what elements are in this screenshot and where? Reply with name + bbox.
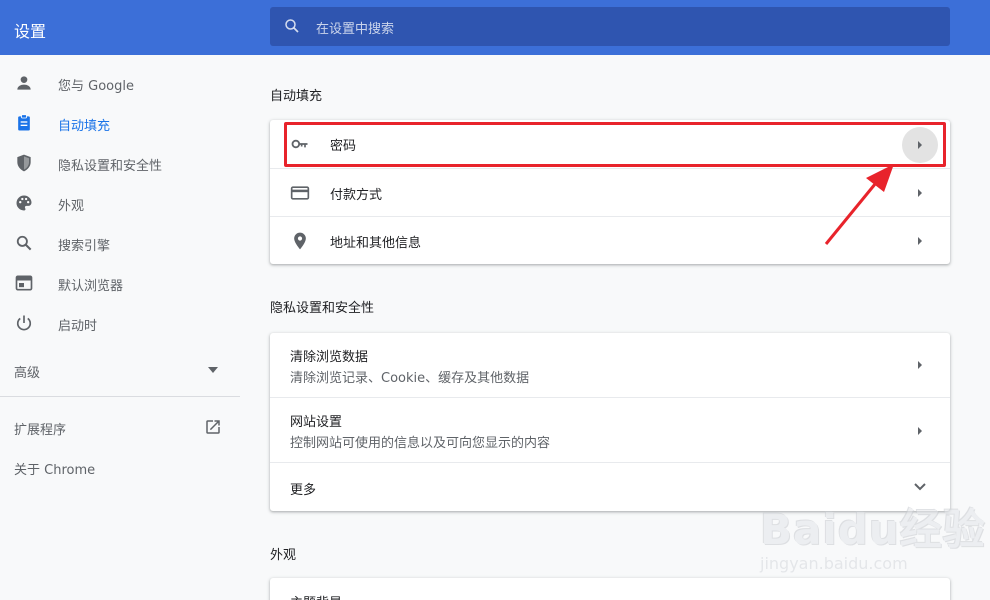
sidebar-item-label: 搜索引擎 xyxy=(58,239,111,254)
open-in-new-icon[interactable] xyxy=(204,418,222,436)
row-label: 网站设置 xyxy=(290,415,343,430)
sidebar-item-label: 您与 Google xyxy=(58,79,134,94)
power-icon xyxy=(16,315,32,331)
sidebar-item-label: 启动时 xyxy=(58,319,98,334)
sidebar-item-label: 外观 xyxy=(58,199,85,214)
chevron-down-icon[interactable] xyxy=(913,482,927,492)
sidebar-item-search-engine[interactable]: 搜索引擎 xyxy=(0,223,240,263)
browser-icon xyxy=(15,275,33,291)
caret-down-icon[interactable] xyxy=(208,367,218,373)
sidebar-item-on-startup[interactable]: 启动时 xyxy=(0,303,240,343)
arrow-right-icon[interactable] xyxy=(916,188,924,198)
sidebar-item-label: 隐私设置和安全性 xyxy=(58,159,163,174)
sidebar-item-you-and-google[interactable]: 您与 Google xyxy=(0,63,240,103)
row-label: 清除浏览数据 xyxy=(290,350,369,365)
person-icon xyxy=(17,76,31,90)
row-clear-browsing-data[interactable]: 清除浏览数据 清除浏览记录、Cookie、缓存及其他数据 xyxy=(270,333,950,397)
section-title-autofill: 自动填充 xyxy=(270,89,323,104)
search-input[interactable]: 在设置中搜索 xyxy=(316,18,394,37)
about-chrome-link[interactable]: 关于 Chrome xyxy=(14,459,95,478)
sidebar-divider xyxy=(0,396,240,397)
appearance-card: 主题背景 xyxy=(270,578,950,600)
credit-card-icon xyxy=(290,186,310,200)
arrow-right-icon[interactable] xyxy=(916,426,924,436)
key-icon xyxy=(291,139,308,149)
sidebar-item-label: 默认浏览器 xyxy=(58,279,124,294)
watermark-url: jingyan.baidu.com xyxy=(760,554,908,573)
arrow-right-icon xyxy=(918,141,922,149)
sidebar-item-label: 自动填充 xyxy=(58,119,111,134)
row-label: 主题背景 xyxy=(290,592,342,600)
row-label: 地址和其他信息 xyxy=(330,236,422,251)
annotation-arrow-icon xyxy=(824,164,894,245)
shield-icon xyxy=(17,154,31,172)
top-bar: 设置 在设置中搜索 xyxy=(0,0,990,55)
row-label: 密码 xyxy=(330,139,357,154)
row-sublabel: 清除浏览记录、Cookie、缓存及其他数据 xyxy=(290,371,530,386)
location-pin-icon xyxy=(294,232,306,250)
arrow-right-icon[interactable] xyxy=(916,360,924,370)
app-title: 设置 xyxy=(14,22,47,41)
sidebar-item-privacy[interactable]: 隐私设置和安全性 xyxy=(0,143,240,183)
advanced-toggle[interactable]: 高级 xyxy=(14,362,40,381)
watermark-logo: Baidu经验 xyxy=(760,505,986,554)
arrow-right-icon[interactable] xyxy=(916,236,924,246)
sidebar-item-default-browser[interactable]: 默认浏览器 xyxy=(0,263,240,303)
palette-icon xyxy=(16,195,32,211)
search-icon xyxy=(285,19,299,33)
section-title-appearance: 外观 xyxy=(270,548,297,563)
sidebar-item-appearance[interactable]: 外观 xyxy=(0,183,240,223)
row-theme[interactable]: 主题背景 xyxy=(270,578,950,600)
sidebar: 您与 Google 自动填充 隐私设置和安全性 外观 搜索引擎 默认浏览器 启动… xyxy=(0,55,240,600)
clipboard-icon xyxy=(18,114,30,131)
extensions-link[interactable]: 扩展程序 xyxy=(14,419,66,438)
baidu-watermark: Baidu经验 jingyan.baidu.com xyxy=(760,496,985,576)
search-icon xyxy=(16,235,32,251)
row-sublabel: 控制网站可使用的信息以及可向您显示的内容 xyxy=(290,436,551,451)
section-title-privacy: 隐私设置和安全性 xyxy=(270,301,375,316)
search-bar[interactable]: 在设置中搜索 xyxy=(270,7,950,46)
row-label: 更多 xyxy=(290,483,317,498)
row-site-settings[interactable]: 网站设置 控制网站可使用的信息以及可向您显示的内容 xyxy=(270,397,950,462)
row-label: 付款方式 xyxy=(330,188,383,203)
sidebar-item-autofill[interactable]: 自动填充 xyxy=(0,103,240,143)
privacy-card: 清除浏览数据 清除浏览记录、Cookie、缓存及其他数据 网站设置 控制网站可使… xyxy=(270,333,950,511)
